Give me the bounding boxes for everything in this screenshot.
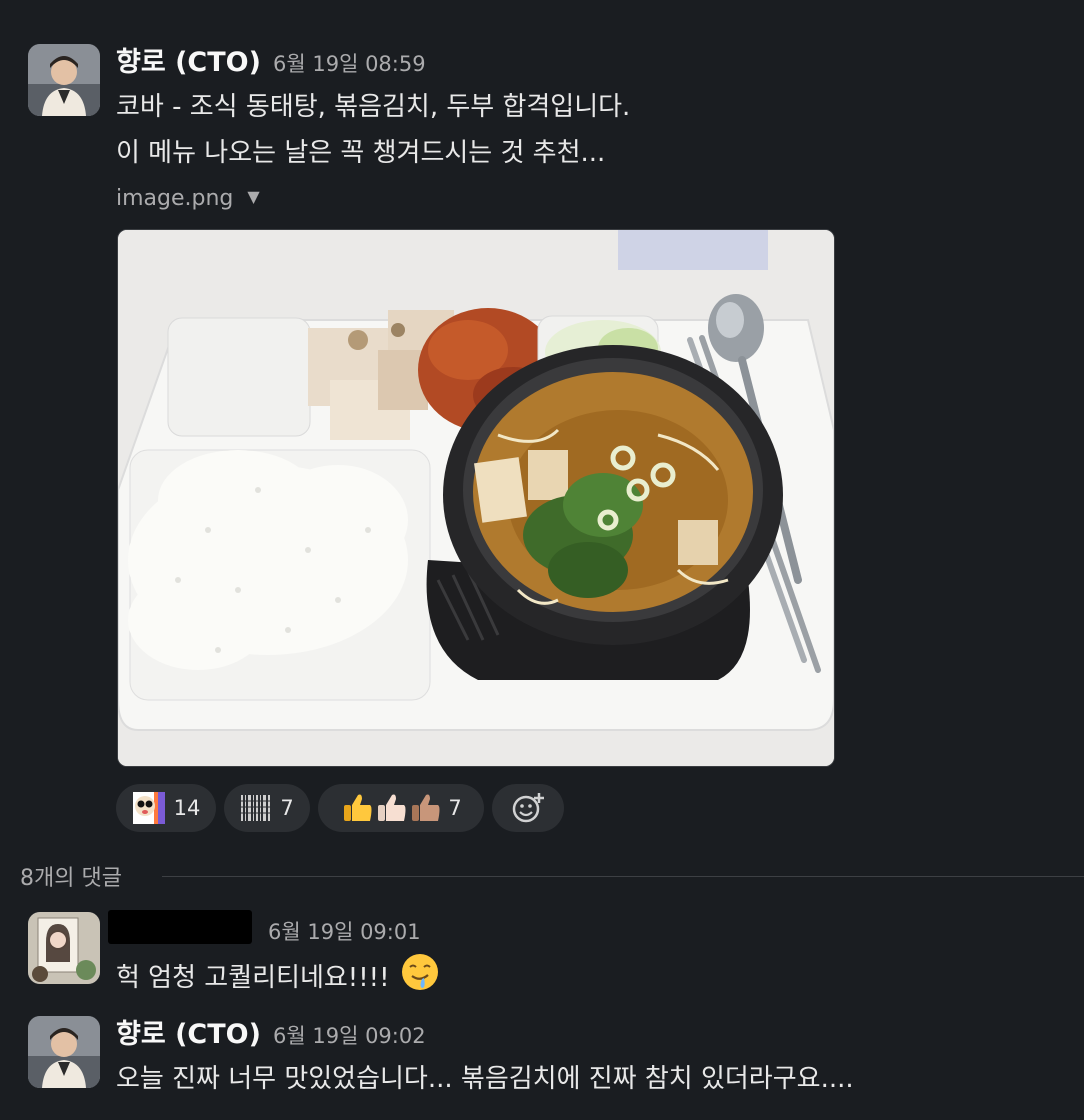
reaction-thumbs-up[interactable]: 7: [318, 784, 484, 832]
add-reaction-icon: [511, 791, 545, 825]
author-name[interactable]: 향로 (CTO): [116, 1012, 261, 1051]
kakao-face-icon: [132, 791, 166, 825]
reaction-count: 7: [280, 796, 294, 820]
message-timestamp[interactable]: 6월 19일 08:59: [273, 48, 426, 78]
barcode-icon: [240, 793, 273, 823]
drooling-face-icon: [400, 952, 440, 999]
add-reaction-button[interactable]: [492, 784, 564, 832]
food-photo[interactable]: [117, 229, 835, 767]
reply-count-label[interactable]: 8개의 댓글: [20, 860, 122, 892]
reply-1-text-row: 헉 엄청 고퀄리티네요!!!!: [116, 952, 440, 999]
message-timestamp[interactable]: 6월 19일 09:01: [268, 916, 421, 946]
message-line-1: 코바 - 조식 동태탕, 볶음김치, 두부 합격입니다.: [116, 92, 631, 122]
reply-1-text: 헉 엄청 고퀄리티네요!!!!: [116, 963, 390, 993]
file-attachment-header[interactable]: image.png ▼: [116, 186, 260, 211]
avatar-cto[interactable]: [28, 1016, 100, 1088]
reaction-count: 14: [173, 796, 201, 820]
thumbs-up-icon: [340, 791, 440, 825]
reaction-count: 7: [448, 796, 462, 820]
caret-down-icon[interactable]: ▼: [247, 187, 259, 206]
message-line-2: 이 메뉴 나오는 날은 꼭 챙겨드시는 것 추천...: [116, 138, 606, 168]
reaction-barcode[interactable]: 7: [224, 784, 310, 832]
thread-divider: 8개의 댓글: [0, 856, 1084, 896]
divider-line: [162, 876, 1084, 877]
redacted-author-name: [108, 910, 252, 944]
author-name[interactable]: 향로 (CTO): [116, 40, 261, 79]
avatar-cto[interactable]: [28, 44, 100, 116]
message-timestamp[interactable]: 6월 19일 09:02: [273, 1020, 426, 1050]
file-name: image.png: [116, 186, 234, 211]
reply-2-text: 오늘 진짜 너무 맛있었습니다... 볶음김치에 진짜 참치 있더라구요....: [116, 1064, 854, 1094]
avatar-replier[interactable]: [28, 912, 100, 984]
reaction-kakao-face[interactable]: 14: [116, 784, 216, 832]
